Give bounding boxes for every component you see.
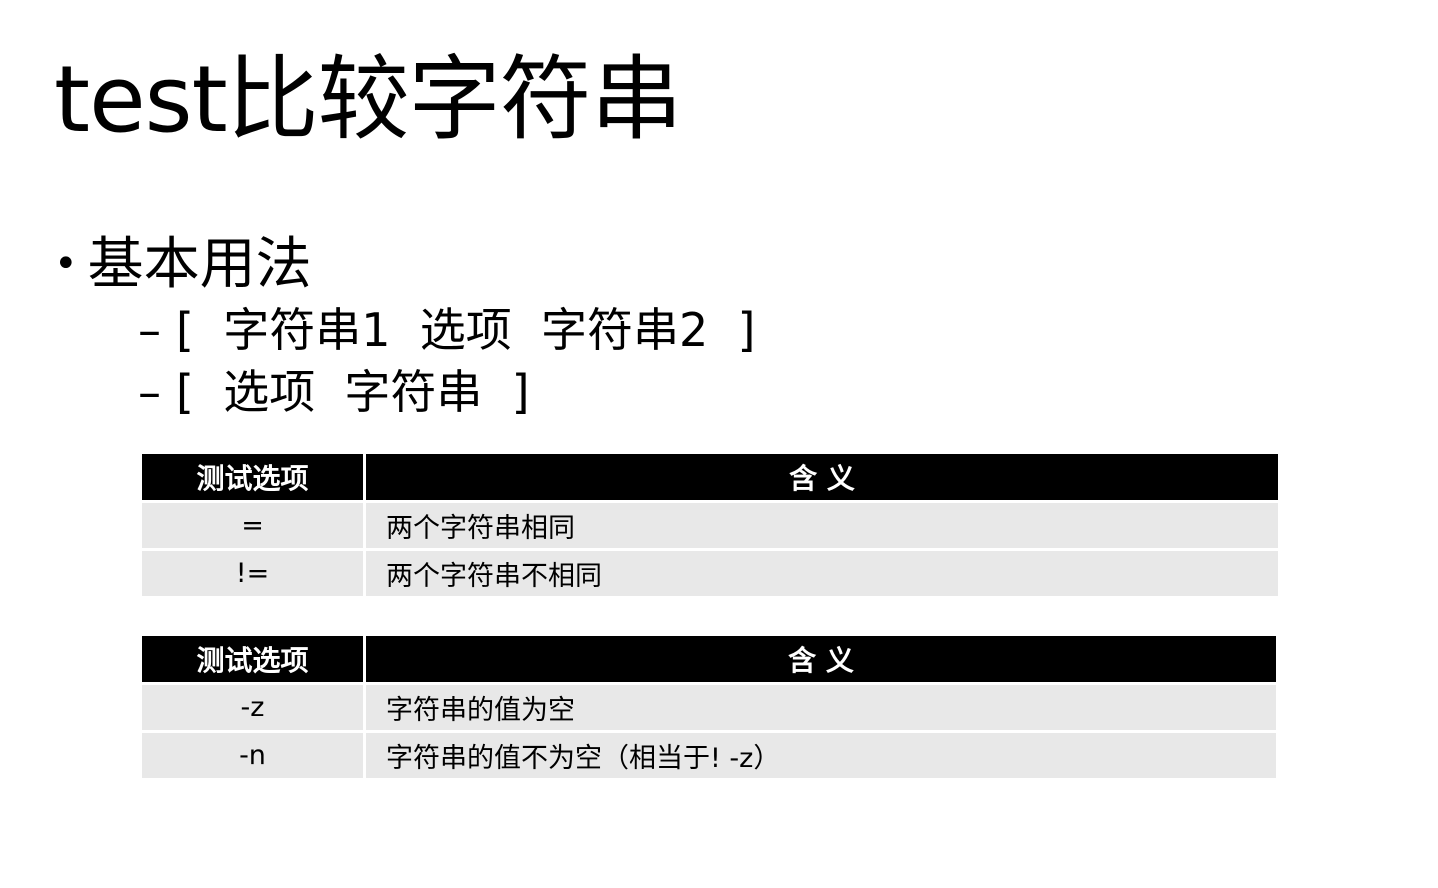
comparison-options-table: 测试选项 含 义 = 两个字符串相同 != 两个字符串不相同: [142, 454, 1278, 596]
option-cell: -z: [142, 682, 366, 730]
table-row: = 两个字符串相同: [142, 500, 1278, 548]
sub-bullet-text: [ 选项 字符串 ]: [176, 365, 530, 419]
option-cell: -n: [142, 730, 366, 778]
option-cell: =: [142, 500, 366, 548]
slide-title: test比较字符串: [54, 46, 683, 153]
column-header-option: 测试选项: [142, 454, 366, 500]
option-cell: !=: [142, 548, 366, 596]
emptiness-options-table: 测试选项 含 义 -z 字符串的值为空 -n 字符串的值不为空（相当于! -z）: [142, 636, 1276, 778]
table-row: != 两个字符串不相同: [142, 548, 1278, 596]
table-row: -z 字符串的值为空: [142, 682, 1276, 730]
bullet-dot: •: [54, 240, 78, 287]
sub-bullet-dash: –: [138, 365, 161, 419]
table-header-row: 测试选项 含 义: [142, 636, 1276, 682]
column-header-option: 测试选项: [142, 636, 366, 682]
meaning-cell: 两个字符串相同: [366, 500, 1278, 548]
bullet-main: • 基本用法: [54, 230, 312, 303]
sub-bullet-syntax-binary: –[ 字符串1 选项 字符串2 ]: [138, 300, 755, 360]
sub-bullet-text: [ 字符串1 选项 字符串2 ]: [176, 303, 756, 357]
meaning-cell: 字符串的值不为空（相当于! -z）: [366, 730, 1276, 778]
sub-bullet-dash: –: [138, 303, 161, 357]
column-header-meaning: 含 义: [366, 454, 1278, 500]
bullet-main-text: 基本用法: [87, 232, 312, 297]
meaning-cell: 字符串的值为空: [366, 682, 1276, 730]
table-row: -n 字符串的值不为空（相当于! -z）: [142, 730, 1276, 778]
meaning-cell: 两个字符串不相同: [366, 548, 1278, 596]
table-header-row: 测试选项 含 义: [142, 454, 1278, 500]
sub-bullet-syntax-unary: –[ 选项 字符串 ]: [138, 362, 530, 422]
column-header-meaning: 含 义: [366, 636, 1276, 682]
